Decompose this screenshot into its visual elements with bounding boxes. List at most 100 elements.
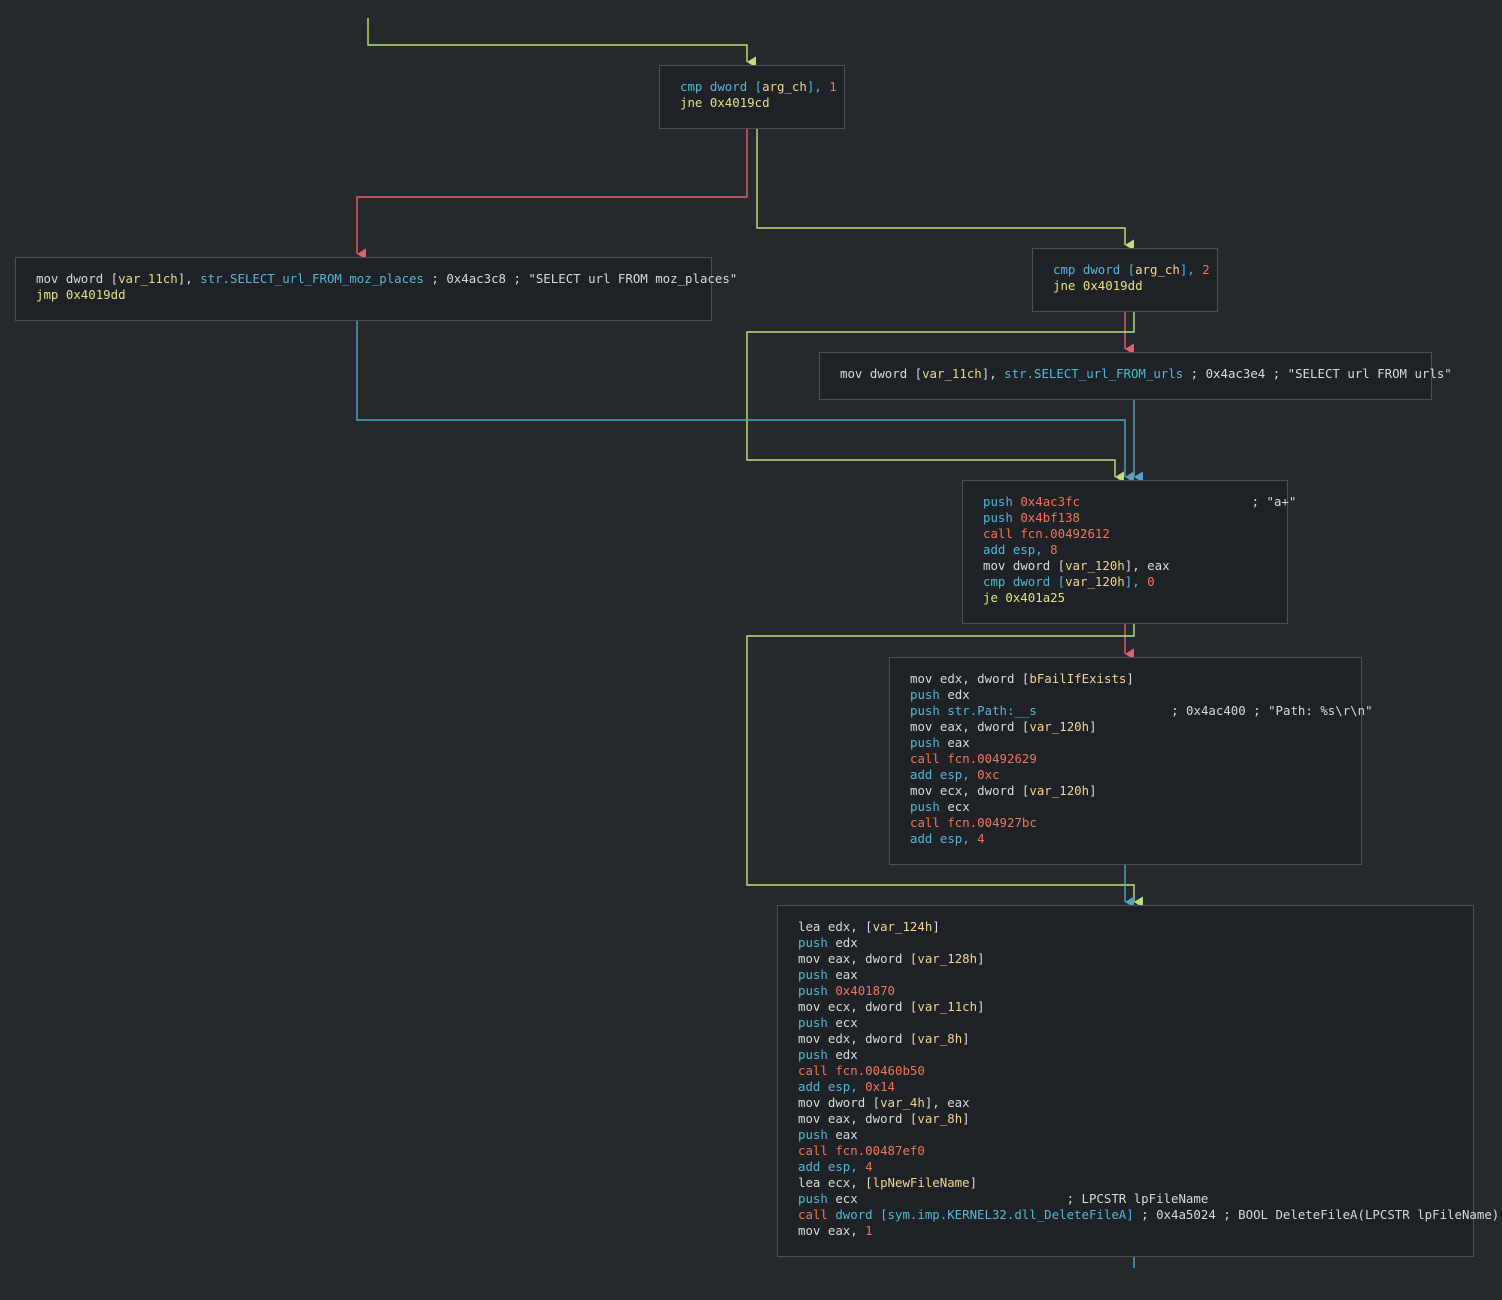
mnemonic: push xyxy=(798,1047,828,1062)
instruction-line[interactable]: add esp, 4 xyxy=(798,1159,1453,1175)
instruction-line[interactable]: je 0x401a25 xyxy=(983,590,1267,606)
instruction-line[interactable]: jne 0x4019dd xyxy=(1053,278,1197,294)
instruction-line[interactable]: add esp, 8 xyxy=(983,542,1267,558)
operand: dword [ xyxy=(827,1095,881,1110)
instruction-line[interactable]: mov dword [var_120h], eax xyxy=(983,558,1267,574)
instruction-line[interactable]: call fcn.004927bc xyxy=(910,815,1341,831)
operand: dword [ xyxy=(835,1207,888,1222)
instruction-line[interactable]: push 0x401870 xyxy=(798,983,1453,999)
operand: ] xyxy=(1089,719,1097,734)
operand: ] xyxy=(962,1031,970,1046)
basic-block-0x4019b9[interactable]: cmp dword [arg_ch], 1 jne 0x4019cd xyxy=(659,65,845,129)
operand: fcn.00487ef0 xyxy=(835,1143,925,1158)
instruction-line[interactable]: mov eax, 1 xyxy=(798,1223,1453,1239)
operand[interactable]: lpNewFileName xyxy=(873,1175,970,1190)
instruction-line[interactable]: push 0x4ac3fc ; "a+" xyxy=(983,494,1296,510)
comment: ; 0x4ac3c8 ; "SELECT url FROM moz_places… xyxy=(423,271,738,286)
instruction-line[interactable]: call fcn.00487ef0 xyxy=(798,1143,1453,1159)
instruction-line[interactable]: add esp, 0xc xyxy=(910,767,1341,783)
instruction-line[interactable]: jne 0x4019cd xyxy=(680,95,824,111)
instruction-line[interactable]: push str.Path:__s ; 0x4ac400 ; "Path: %s… xyxy=(910,703,1373,719)
instruction-line[interactable]: add esp, 4 xyxy=(910,831,1341,847)
operand[interactable]: var_120h xyxy=(1029,719,1089,734)
operand[interactable]: arg_ch xyxy=(1135,262,1180,277)
operand[interactable]: var_120h xyxy=(1029,783,1089,798)
operand: 1 xyxy=(829,79,837,94)
operand: ], xyxy=(1179,262,1203,277)
mnemonic: push xyxy=(910,735,940,750)
operand[interactable]: var_128h xyxy=(917,951,977,966)
basic-block-select-moz-places[interactable]: mov dword [var_11ch], str.SELECT_url_FRO… xyxy=(15,257,737,321)
instruction-line[interactable]: cmp dword [arg_ch], 2 xyxy=(1053,262,1210,278)
mnemonic: cmp xyxy=(983,574,1006,589)
operand[interactable]: 0x4019cd xyxy=(710,95,770,110)
instruction-line[interactable]: push eax xyxy=(798,1127,1453,1143)
instruction-line[interactable]: push ecx xyxy=(798,1015,1453,1031)
instruction-line[interactable]: mov dword [var_11ch], str.SELECT_url_FRO… xyxy=(36,271,737,287)
basic-block-select-urls[interactable]: mov dword [var_11ch], str.SELECT_url_FRO… xyxy=(819,352,1452,400)
operand: ], xyxy=(1124,574,1148,589)
operand[interactable]: 0x4019dd xyxy=(66,287,126,302)
instruction-line[interactable]: push ecx ; LPCSTR lpFileName xyxy=(798,1191,1453,1207)
basic-block-delete-file[interactable]: lea edx, [var_124h] push edx mov eax, dwor… xyxy=(777,905,1499,1257)
mnemonic: mov xyxy=(798,1111,821,1126)
operand[interactable]: var_11ch xyxy=(118,271,178,286)
instruction-line[interactable]: mov edx, dword [bFailIfExists] xyxy=(910,671,1341,687)
instruction-line[interactable]: mov eax, dword [var_128h] xyxy=(798,951,1453,967)
operand: ecx xyxy=(835,1191,858,1206)
basic-block-cmp-arg-2[interactable]: cmp dword [arg_ch], 2 jne 0x4019dd xyxy=(1032,248,1218,312)
instruction-line[interactable]: push ecx xyxy=(910,799,1341,815)
instruction-line[interactable]: mov eax, dword [var_8h] xyxy=(798,1111,1453,1127)
operand[interactable]: var_11ch xyxy=(922,366,982,381)
instruction-line[interactable]: mov dword [var_4h], eax xyxy=(798,1095,1453,1111)
instruction-line[interactable]: call fcn.00492612 xyxy=(983,526,1267,542)
operand[interactable]: var_8h xyxy=(917,1031,962,1046)
instruction-line[interactable]: lea edx, [var_124h] xyxy=(798,919,1453,935)
instruction-line[interactable]: push eax xyxy=(910,735,1341,751)
operand[interactable]: var_124h xyxy=(873,919,933,934)
mnemonic: push xyxy=(798,967,828,982)
instruction-line[interactable]: lea ecx, [lpNewFileName] xyxy=(798,1175,1453,1191)
operand[interactable]: var_11ch xyxy=(917,999,977,1014)
instruction-line[interactable]: call fcn.00460b50 xyxy=(798,1063,1453,1079)
instruction-line[interactable]: jmp 0x4019dd xyxy=(36,287,691,303)
edge-b1-b2 xyxy=(356,129,748,260)
operand[interactable]: var_120h xyxy=(1065,574,1125,589)
instruction-line[interactable]: push edx xyxy=(798,1047,1453,1063)
mnemonic: call xyxy=(798,1207,828,1222)
operand: 8 xyxy=(1050,542,1058,557)
instruction-line[interactable]: cmp dword [arg_ch], 1 xyxy=(680,79,837,95)
operand: esp, xyxy=(939,831,978,846)
mnemonic: jne xyxy=(680,95,703,110)
operand: fcn.00460b50 xyxy=(835,1063,925,1078)
operand: dword [ xyxy=(869,366,923,381)
operand[interactable]: bFailIfExists xyxy=(1029,671,1126,686)
instruction-line[interactable]: push edx xyxy=(910,687,1341,703)
basic-block-print-path[interactable]: mov edx, dword [bFailIfExists] push edx pu… xyxy=(889,657,1373,865)
mnemonic: jne xyxy=(1053,278,1076,293)
instruction-line[interactable]: call dword [sym.imp.KERNEL32.dll_DeleteF… xyxy=(798,1207,1499,1223)
instruction-line[interactable]: mov edx, dword [var_8h] xyxy=(798,1031,1453,1047)
instruction-line[interactable]: mov ecx, dword [var_11ch] xyxy=(798,999,1453,1015)
operand[interactable]: var_120h xyxy=(1065,558,1125,573)
operand: fcn.00492612 xyxy=(1020,526,1110,541)
instruction-line[interactable]: mov eax, dword [var_120h] xyxy=(910,719,1341,735)
operand[interactable]: var_8h xyxy=(917,1111,962,1126)
operand: str.SELECT_url_FROM_moz_places xyxy=(200,271,424,286)
mnemonic: mov xyxy=(36,271,59,286)
operand[interactable]: 0x4019dd xyxy=(1083,278,1143,293)
instruction-line[interactable]: add esp, 0x14 xyxy=(798,1079,1453,1095)
instruction-line[interactable]: push edx xyxy=(798,935,1453,951)
instruction-line[interactable]: cmp dword [var_120h], 0 xyxy=(983,574,1267,590)
operand[interactable]: var_4h xyxy=(880,1095,925,1110)
basic-block-open-file[interactable]: push 0x4ac3fc ; "a+" push 0x4bf138 call fc… xyxy=(962,480,1296,624)
instruction-line[interactable]: push eax xyxy=(798,967,1453,983)
instruction-line[interactable]: push 0x4bf138 xyxy=(983,510,1267,526)
operand: 1 xyxy=(865,1223,873,1238)
operand[interactable]: 0x401a25 xyxy=(1005,590,1065,605)
operand: edx xyxy=(835,1047,858,1062)
instruction-line[interactable]: call fcn.00492629 xyxy=(910,751,1341,767)
operand[interactable]: arg_ch xyxy=(762,79,807,94)
instruction-line[interactable]: mov dword [var_11ch], str.SELECT_url_FRO… xyxy=(840,366,1452,382)
instruction-line[interactable]: mov ecx, dword [var_120h] xyxy=(910,783,1341,799)
